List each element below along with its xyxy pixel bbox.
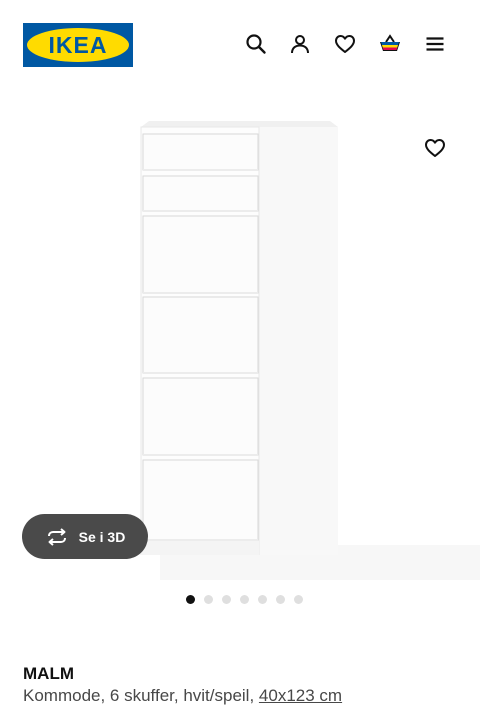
user-icon[interactable] [288, 32, 312, 56]
pagination-dot[interactable] [293, 595, 303, 604]
site-header: IKEA [0, 0, 480, 90]
rotate-icon [47, 527, 66, 546]
cart-icon[interactable] [378, 32, 402, 56]
view-in-3d-button[interactable]: Se i 3D [22, 514, 148, 559]
ikea-logo[interactable]: IKEA [23, 23, 133, 67]
product-description: Kommode, 6 skuffer, hvit/speil, 40x123 c… [23, 685, 463, 707]
image-pagination [0, 595, 480, 605]
product-size-link[interactable]: 40x123 cm [259, 686, 342, 705]
logo-text: IKEA [49, 32, 108, 58]
heart-outline-icon [425, 139, 445, 157]
pagination-dot[interactable] [257, 595, 267, 604]
product-name: MALM [23, 664, 74, 683]
heart-icon[interactable] [333, 32, 357, 56]
pagination-dot[interactable] [185, 595, 195, 604]
view-in-3d-label: Se i 3D [78, 528, 126, 545]
menu-icon[interactable] [423, 32, 447, 56]
product-description-text: Kommode, 6 skuffer, hvit/speil, [23, 686, 259, 705]
pagination-dot[interactable] [239, 595, 249, 604]
product-image [130, 105, 350, 560]
search-icon[interactable] [244, 32, 268, 56]
product-info: MALM Kommode, 6 skuffer, hvit/speil, 40x… [23, 663, 463, 707]
pagination-dot[interactable] [203, 595, 213, 604]
favourite-button[interactable] [420, 133, 450, 163]
product-gallery[interactable] [0, 95, 480, 585]
pagination-dot[interactable] [275, 595, 285, 604]
pagination-dot[interactable] [221, 595, 231, 604]
